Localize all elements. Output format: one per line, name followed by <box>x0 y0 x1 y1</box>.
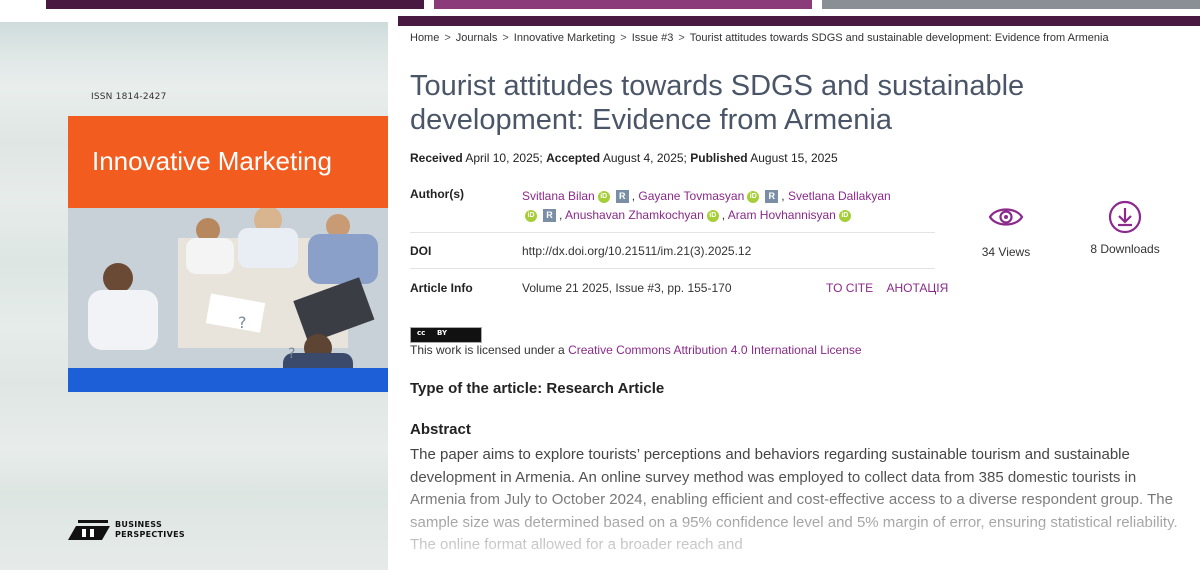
abstract-fade-overlay <box>400 470 1200 570</box>
doi-value[interactable]: http://dx.doi.org/10.21511/im.21(3).2025… <box>522 244 751 258</box>
publisher-name: BUSINESS PERSPECTIVES <box>115 520 185 540</box>
accepted-date: August 4, 2025; <box>602 151 687 165</box>
article-info-value: Volume 21 2025, Issue #3, pp. 155-170 <box>522 281 732 295</box>
breadcrumb-separator: > <box>444 32 451 44</box>
doi-row: DOI http://dx.doi.org/10.21511/im.21(3).… <box>410 244 935 269</box>
svg-text:?: ? <box>238 313 247 332</box>
top-bar-segment <box>822 0 1200 9</box>
cite-links: TO CITE АНОТАЦІЯ <box>816 281 948 295</box>
author-separator: , <box>721 208 726 222</box>
cc-badge-by: BY <box>437 329 448 337</box>
download-icon[interactable] <box>1108 200 1142 234</box>
article-info-row: Article Info Volume 21 2025, Issue #3, p… <box>410 281 948 301</box>
publisher-line-1: BUSINESS <box>115 520 163 529</box>
researchgate-icon[interactable]: R <box>615 190 629 204</box>
article-type: Type of the article: Research Article <box>410 380 665 397</box>
breadcrumb-current: Tourist attitudes towards SDGS and susta… <box>689 32 1109 44</box>
cover-issn: ISSN 1814-2427 <box>91 92 167 102</box>
publisher-line-2: PERSPECTIVES <box>115 530 185 539</box>
published-date: August 15, 2025 <box>750 151 838 165</box>
breadcrumb-issue[interactable]: Issue #3 <box>632 32 674 44</box>
eye-icon <box>988 208 1024 226</box>
anotation-link[interactable]: АНОТАЦІЯ <box>886 281 948 295</box>
orcid-icon[interactable]: iD <box>747 190 760 203</box>
article-info-label: Article Info <box>410 281 473 295</box>
cover-photo-illustration: ? ? <box>68 208 388 368</box>
breadcrumb-separator: > <box>678 32 685 44</box>
orcid-icon[interactable]: iD <box>597 190 610 203</box>
header-accent-bar <box>398 16 1200 26</box>
cover-journal-title: Innovative Marketing <box>92 146 332 176</box>
article-title: Tourist attitudes towards SDGS and susta… <box>410 70 1025 136</box>
author-link[interactable]: Anushavan Zhamkochyan <box>565 208 704 222</box>
orcid-icon[interactable]: iD <box>838 209 851 222</box>
to-cite-link[interactable]: TO CITE <box>826 281 873 295</box>
published-label: Published <box>690 151 748 165</box>
top-bar-segment <box>0 0 20 9</box>
breadcrumb-home[interactable]: Home <box>410 32 439 44</box>
doi-label: DOI <box>410 244 432 258</box>
downloads-count: 8 Downloads <box>1090 242 1160 256</box>
researchgate-icon[interactable]: R <box>543 209 556 223</box>
received-label: Received <box>410 151 463 165</box>
license-prefix: This work is licensed under a <box>410 343 569 357</box>
cover-title-band: Innovative Marketing <box>68 116 388 208</box>
views-count: 34 Views <box>981 245 1031 259</box>
cover-photo: ? ? <box>68 208 388 368</box>
author-link[interactable]: Aram Hovhannisyan <box>728 208 836 222</box>
authors-row: Author(s) Svitlana Bilan iD R, Gayane Tovm… <box>410 187 935 233</box>
author-separator: , <box>781 189 785 203</box>
cc-badge-cc: cc <box>417 329 426 337</box>
top-bar-segment <box>434 0 812 9</box>
article-dates: Received April 10, 2025; Accepted August… <box>410 151 838 165</box>
author-link[interactable]: Gayane Tovmasyan <box>638 189 744 203</box>
cover-blue-band <box>68 368 388 392</box>
views-stat: 34 Views <box>972 203 1040 259</box>
cc-license-badge[interactable]: cc BY <box>410 327 482 343</box>
top-bar-segment <box>46 0 424 9</box>
license-text: This work is licensed under a Creative C… <box>410 343 862 357</box>
researchgate-icon[interactable]: R <box>765 190 779 204</box>
orcid-icon[interactable]: iD <box>706 209 719 222</box>
business-perspectives-logo <box>68 520 110 540</box>
received-date: April 10, 2025; <box>465 151 543 165</box>
breadcrumb-separator: > <box>620 32 627 44</box>
downloads-stat[interactable]: 8 Downloads <box>1080 200 1170 256</box>
svg-text:?: ? <box>288 346 295 362</box>
orcid-icon[interactable]: iD <box>525 209 537 222</box>
author-link[interactable]: Svetlana Dallakyan <box>788 189 891 203</box>
breadcrumb-separator: > <box>502 32 509 44</box>
breadcrumb-journal[interactable]: Innovative Marketing <box>514 32 616 44</box>
authors-list: Svitlana Bilan iD R, Gayane Tovmasyan iD R, … <box>522 187 942 225</box>
journal-cover: ISSN 1814-2427 Innovative Marketing ? ? <box>0 22 388 570</box>
author-separator: , <box>631 189 636 203</box>
license-link[interactable]: Creative Commons Attribution 4.0 Interna… <box>568 343 862 357</box>
breadcrumb: Home > Journals > Innovative Marketing > Issue… <box>410 32 1109 44</box>
breadcrumb-journals[interactable]: Journals <box>456 32 498 44</box>
author-separator: , <box>559 208 563 222</box>
authors-label: Author(s) <box>410 187 464 201</box>
author-link[interactable]: Svitlana Bilan <box>522 189 595 203</box>
abstract-heading: Abstract <box>410 421 471 438</box>
accepted-label: Accepted <box>546 151 601 165</box>
